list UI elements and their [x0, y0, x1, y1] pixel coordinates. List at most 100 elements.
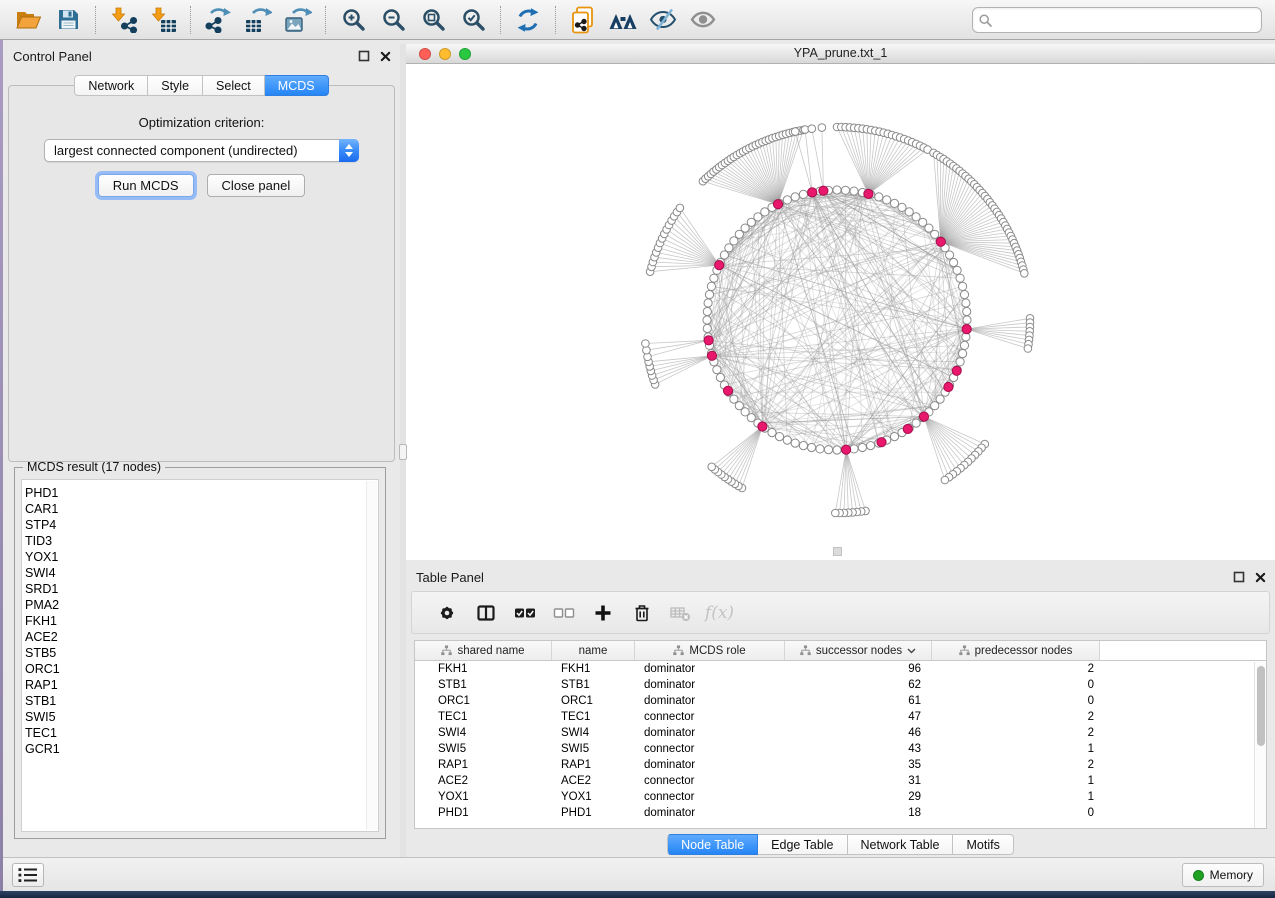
select-stepper[interactable]	[339, 139, 359, 162]
function-builder-button[interactable]: f(x)	[700, 597, 739, 629]
optimization-criterion-select[interactable]: largest connected component (undirected)	[44, 139, 359, 162]
mcds-result-item[interactable]: ORC1	[22, 661, 378, 677]
table-row[interactable]: PHD1PHD1dominator180	[415, 805, 1266, 821]
tab-node-table[interactable]: Node Table	[667, 834, 758, 855]
table-options-button[interactable]	[427, 597, 466, 629]
close-panel-icon[interactable]	[1255, 572, 1266, 583]
export-table-button[interactable]	[238, 3, 278, 37]
import-table-button[interactable]	[143, 3, 183, 37]
mcds-result-item[interactable]: PMA2	[22, 597, 378, 613]
mcds-result-item[interactable]: ACE2	[22, 629, 378, 645]
mcds-result-item[interactable]: SWI4	[22, 565, 378, 581]
mcds-result-item[interactable]: YOX1	[22, 549, 378, 565]
table-scrollbar[interactable]	[1254, 662, 1266, 828]
refresh-view-button[interactable]	[508, 3, 548, 37]
table-cell: 47	[785, 709, 932, 725]
zoom-out-icon	[381, 7, 406, 32]
save-session-button[interactable]	[48, 3, 88, 37]
column-header-MCDS-role[interactable]: MCDS role	[635, 641, 785, 660]
network-from-selection-button[interactable]	[563, 3, 603, 37]
export-network-button[interactable]	[198, 3, 238, 37]
table-row[interactable]: TEC1TEC1connector472	[415, 709, 1266, 725]
mcds-list-scrollbar[interactable]	[366, 481, 377, 830]
column-header-successor-nodes[interactable]: successor nodes	[785, 641, 932, 660]
tab-network[interactable]: Network	[74, 75, 148, 96]
table-row[interactable]: ORC1ORC1dominator610	[415, 693, 1266, 709]
close-panel-button[interactable]: Close panel	[207, 174, 306, 197]
column-header-shared-name[interactable]: shared name	[415, 641, 552, 660]
table-cell: connector	[635, 789, 785, 805]
zoom-in-button[interactable]	[333, 3, 373, 37]
tab-network-table[interactable]: Network Table	[848, 834, 954, 855]
selected-criterion-value: largest connected component (undirected)	[45, 140, 358, 161]
show-graphics-details-button[interactable]	[683, 3, 723, 37]
select-all-icon	[514, 603, 536, 623]
mcds-result-item[interactable]: GCR1	[22, 741, 378, 757]
mcds-result-item[interactable]: TEC1	[22, 725, 378, 741]
column-header-name[interactable]: name	[552, 641, 635, 660]
mcds-result-item[interactable]: CAR1	[22, 501, 378, 517]
table-row[interactable]: FKH1FKH1dominator962	[415, 661, 1266, 677]
mcds-result-item[interactable]: SWI5	[22, 709, 378, 725]
table-row[interactable]: RAP1RAP1dominator352	[415, 757, 1266, 773]
table-row[interactable]: ACE2ACE2connector311	[415, 773, 1266, 789]
delete-column-button[interactable]	[622, 597, 661, 629]
select-all-button[interactable]	[505, 597, 544, 629]
hide-graphics-details-button[interactable]	[643, 3, 683, 37]
toolbar-separator	[190, 6, 191, 34]
column-header-predecessor-nodes[interactable]: predecessor nodes	[932, 641, 1100, 660]
network-search-box[interactable]	[972, 7, 1262, 33]
table-row[interactable]: YOX1YOX1connector291	[415, 789, 1266, 805]
table-row[interactable]: STB1STB1dominator620	[415, 677, 1266, 693]
mcds-result-item[interactable]: STB1	[22, 693, 378, 709]
table-row[interactable]: SWI5SWI5connector431	[415, 741, 1266, 757]
window-close-button[interactable]	[419, 48, 431, 60]
zoom-selected-button[interactable]	[453, 3, 493, 37]
float-panel-icon[interactable]	[358, 50, 370, 62]
export-image-button[interactable]	[278, 3, 318, 37]
zoom-fit-button[interactable]	[413, 3, 453, 37]
deselect-all-button[interactable]	[544, 597, 583, 629]
run-mcds-button[interactable]: Run MCDS	[98, 174, 194, 197]
delete-table-button[interactable]	[661, 597, 700, 629]
deselect-all-icon	[553, 603, 575, 623]
zoom-out-button[interactable]	[373, 3, 413, 37]
search-network-button[interactable]	[603, 3, 643, 37]
window-minimize-button[interactable]	[439, 48, 451, 60]
network-canvas[interactable]	[406, 64, 1275, 559]
mcds-result-item[interactable]: STP4	[22, 517, 378, 533]
tab-motifs[interactable]: Motifs	[953, 834, 1013, 855]
mcds-result-group-title: MCDS result (17 nodes)	[23, 460, 165, 474]
network-window: YPA_prune.txt_1	[406, 44, 1275, 560]
memory-button[interactable]: Memory	[1182, 863, 1264, 887]
horizontal-splitter-grip[interactable]	[833, 547, 842, 556]
window-maximize-button[interactable]	[459, 48, 471, 60]
vertical-splitter-grip[interactable]	[399, 444, 407, 460]
export-table-icon	[244, 7, 272, 33]
import-network-button[interactable]	[103, 3, 143, 37]
table-scrollbar-thumb[interactable]	[1257, 666, 1265, 746]
open-session-button[interactable]	[8, 3, 48, 37]
task-history-button[interactable]	[12, 863, 44, 887]
tab-style[interactable]: Style	[148, 75, 203, 96]
float-panel-icon[interactable]	[1233, 571, 1245, 583]
table-cell: SWI4	[415, 725, 552, 741]
mcds-result-item[interactable]: TID3	[22, 533, 378, 549]
mcds-result-list[interactable]: PHD1CAR1STP4TID3YOX1SWI4SRD1PMA2FKH1ACE2…	[21, 479, 379, 832]
mcds-result-item[interactable]: PHD1	[22, 485, 378, 501]
tab-select[interactable]: Select	[203, 75, 265, 96]
table-row[interactable]: SWI4SWI4dominator462	[415, 725, 1266, 741]
mcds-result-item[interactable]: FKH1	[22, 613, 378, 629]
tab-mcds[interactable]: MCDS	[265, 75, 329, 96]
mcds-result-item[interactable]: SRD1	[22, 581, 378, 597]
network-window-titlebar[interactable]: YPA_prune.txt_1	[406, 44, 1275, 64]
show-columns-button[interactable]	[466, 597, 505, 629]
create-column-button[interactable]	[583, 597, 622, 629]
tab-edge-table[interactable]: Edge Table	[758, 834, 847, 855]
search-input[interactable]	[996, 13, 1255, 28]
close-panel-icon[interactable]	[380, 51, 391, 62]
table-panel: Table Panel	[406, 565, 1275, 857]
network-window-title: YPA_prune.txt_1	[794, 46, 888, 60]
mcds-result-item[interactable]: STB5	[22, 645, 378, 661]
mcds-result-item[interactable]: RAP1	[22, 677, 378, 693]
